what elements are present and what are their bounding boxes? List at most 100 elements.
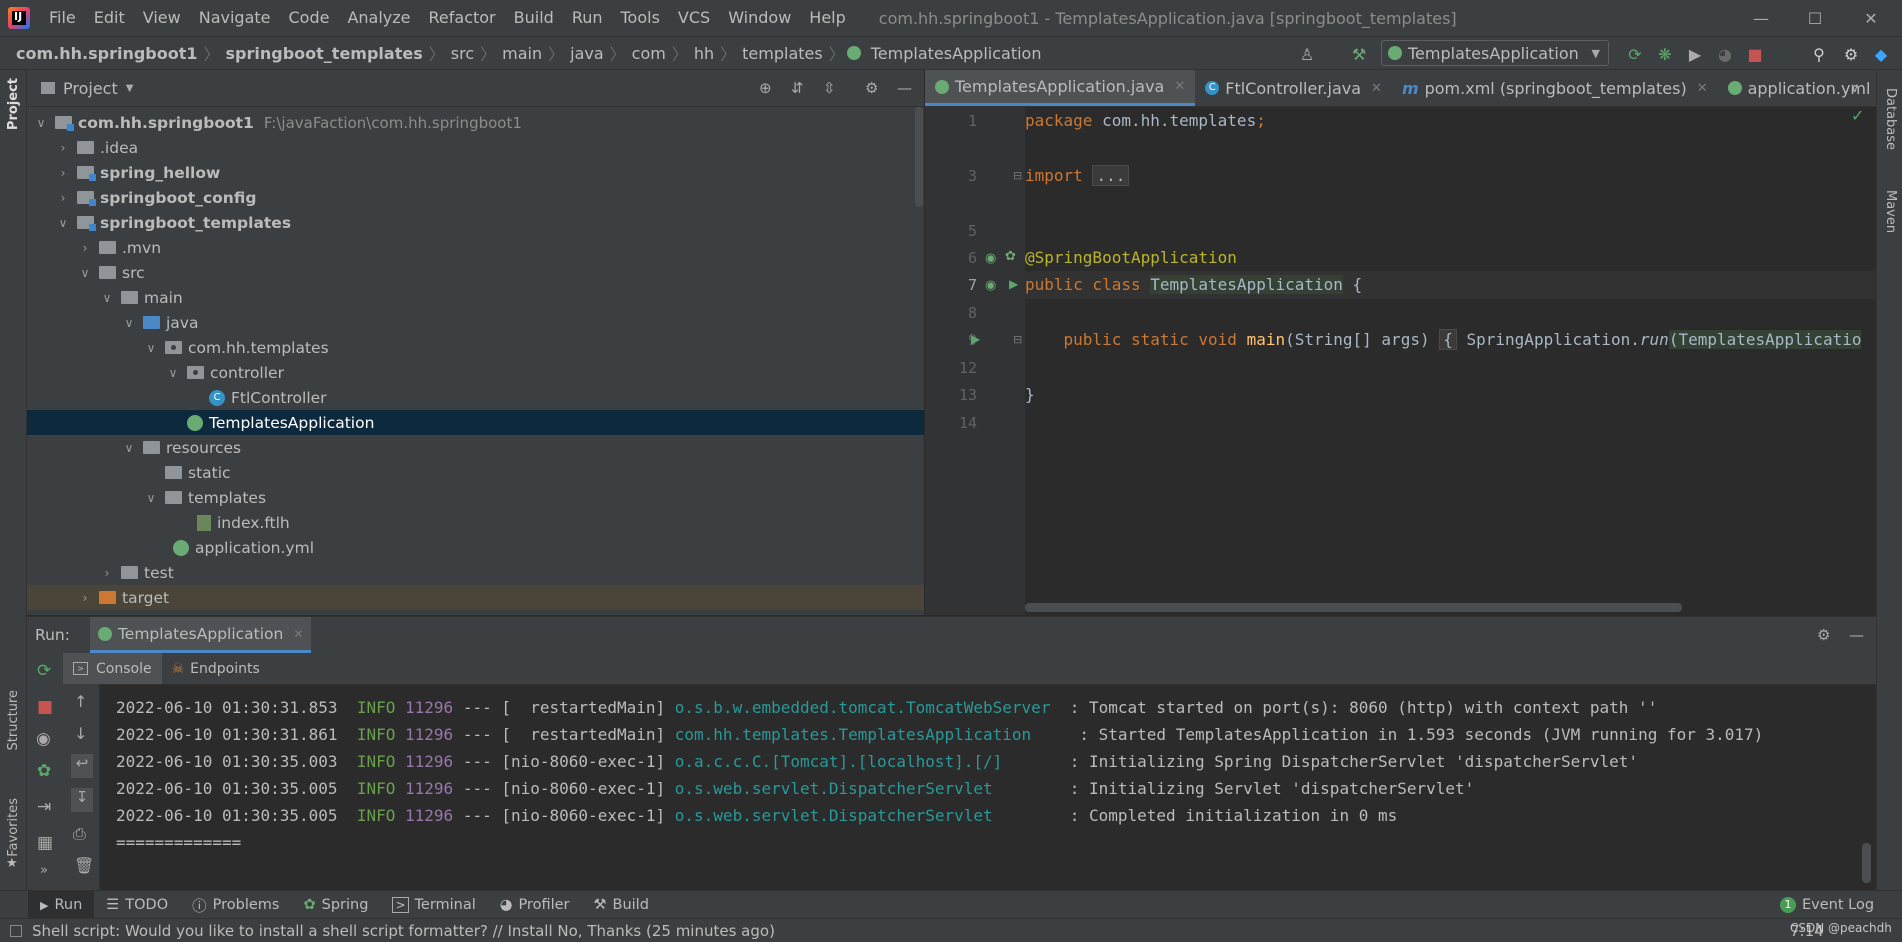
more-icon[interactable]: » bbox=[40, 863, 48, 878]
tree-item-templates[interactable]: ∨ templates bbox=[27, 485, 924, 510]
tree-item-resources[interactable]: ∨ resources bbox=[27, 435, 924, 460]
tree-item-application-yml[interactable]: application.yml bbox=[27, 535, 924, 560]
close-icon[interactable]: ✕ bbox=[1697, 81, 1708, 96]
gear-icon[interactable]: ⚙ bbox=[1840, 43, 1862, 65]
menu-analyze[interactable]: Analyze bbox=[338, 0, 419, 36]
chevron-right-icon[interactable]: › bbox=[77, 241, 93, 255]
tool-profiler[interactable]: ◕ Profiler bbox=[488, 891, 582, 919]
stop-icon[interactable]: ■ bbox=[1744, 43, 1766, 65]
arrow-down-icon[interactable]: ↓ bbox=[74, 724, 87, 743]
menu-vcs[interactable]: VCS bbox=[669, 0, 719, 36]
breadcrumb-item[interactable]: java bbox=[566, 44, 608, 63]
tree-item-static[interactable]: static bbox=[27, 460, 924, 485]
code-editor[interactable]: 1 3 5 6 7 8 9 12 13 14 ◉ ✿ ◉ ▶ ▶ ⊟ ⊟ pac… bbox=[925, 107, 1876, 615]
profile-icon[interactable]: ◕ bbox=[1714, 43, 1736, 65]
chevron-down-icon[interactable]: ∨ bbox=[143, 491, 159, 505]
tool-terminal[interactable]: > Terminal bbox=[380, 891, 487, 919]
breadcrumb-item[interactable]: TemplatesApplication bbox=[867, 44, 1046, 63]
toolbox-icon[interactable]: ◆ bbox=[1870, 43, 1892, 65]
spring-boot-gutter-icon[interactable]: ◉ bbox=[985, 278, 996, 293]
close-icon[interactable]: ✕ bbox=[1371, 81, 1382, 96]
tree-item-templatesapplication[interactable]: TemplatesApplication bbox=[27, 410, 924, 435]
folded-imports[interactable]: ... bbox=[1092, 165, 1130, 186]
breadcrumb-item[interactable]: main bbox=[498, 44, 546, 63]
chevron-down-icon[interactable]: ∨ bbox=[99, 291, 115, 305]
chevron-down-icon[interactable]: ∨ bbox=[121, 441, 137, 455]
tool-run[interactable]: ▶ Run bbox=[28, 891, 95, 919]
debug-icon[interactable]: ❋ bbox=[1654, 43, 1676, 65]
menu-view[interactable]: View bbox=[134, 0, 190, 36]
coverage-icon[interactable]: ▶ bbox=[1684, 43, 1706, 65]
tree-item-ftlcontroller[interactable]: C FtlController bbox=[27, 385, 924, 410]
tree-item-mvn[interactable]: › .mvn bbox=[27, 235, 924, 260]
spring-debug-icon[interactable]: ✿ bbox=[37, 761, 51, 781]
menu-refactor[interactable]: Refactor bbox=[420, 0, 505, 36]
tree-scrollbar[interactable] bbox=[915, 107, 923, 207]
stop-icon[interactable]: ■ bbox=[37, 697, 53, 717]
user-icon[interactable]: ♙ bbox=[1296, 43, 1318, 65]
chevron-right-icon[interactable]: › bbox=[77, 591, 93, 605]
event-log-button[interactable]: 1 Event Log bbox=[1780, 897, 1874, 913]
tab-templatesapplication[interactable]: TemplatesApplication.java ✕ bbox=[925, 70, 1196, 106]
print-icon[interactable]: ⎙ bbox=[73, 824, 86, 844]
favorites-stripe-button[interactable]: Favorites bbox=[6, 798, 21, 857]
exit-icon[interactable]: ⇥ bbox=[37, 797, 51, 817]
hide-panel-icon[interactable]: — bbox=[1849, 626, 1864, 644]
breadcrumb-item[interactable]: hh bbox=[690, 44, 718, 63]
breadcrumb-item[interactable]: templates bbox=[738, 44, 827, 63]
chevron-down-icon[interactable]: ∨ bbox=[55, 216, 71, 230]
chevron-right-icon[interactable]: › bbox=[55, 141, 71, 155]
menu-navigate[interactable]: Navigate bbox=[190, 0, 280, 36]
tree-item-springboot-templates[interactable]: ∨ springboot_templates bbox=[27, 210, 924, 235]
tree-item-index-ftlh[interactable]: index.ftlh bbox=[27, 510, 924, 535]
tree-item-package[interactable]: ∨ com.hh.templates bbox=[27, 335, 924, 360]
status-message[interactable]: Shell script: Would you like to install … bbox=[32, 922, 775, 940]
chevron-down-icon[interactable]: ▼ bbox=[126, 83, 134, 94]
gear-icon[interactable]: ⚙ bbox=[1817, 626, 1830, 644]
tree-item-src[interactable]: ∨ src bbox=[27, 260, 924, 285]
menu-edit[interactable]: Edit bbox=[85, 0, 134, 36]
tool-spring[interactable]: ✿ Spring bbox=[291, 891, 380, 919]
breadcrumb-item[interactable]: com.hh.springboot1 bbox=[12, 44, 202, 63]
soft-wrap-icon[interactable]: ↩ bbox=[71, 754, 93, 778]
breadcrumb-item[interactable]: com bbox=[628, 44, 670, 63]
tool-problems[interactable]: ⓘ Problems bbox=[180, 891, 291, 919]
project-stripe-button[interactable]: Project bbox=[6, 78, 21, 130]
tree-item-test[interactable]: › test bbox=[27, 560, 924, 585]
tab-ftlcontroller[interactable]: C FtlController.java ✕ bbox=[1195, 70, 1392, 106]
layout-icon[interactable]: ▦ bbox=[37, 833, 53, 853]
tree-item-main[interactable]: ∨ main bbox=[27, 285, 924, 310]
breadcrumb-item[interactable]: src bbox=[447, 44, 478, 63]
toggle-tool-windows-icon[interactable] bbox=[10, 924, 22, 937]
minimize-icon[interactable]: — bbox=[1736, 0, 1786, 36]
run-gutter-icon[interactable]: ▶ bbox=[971, 332, 980, 346]
menu-code[interactable]: Code bbox=[280, 0, 339, 36]
maximize-icon[interactable]: ☐ bbox=[1790, 0, 1840, 36]
tab-pom-xml[interactable]: m pom.xml (springboot_templates) ✕ bbox=[1392, 70, 1718, 106]
tree-item-spring-hellow[interactable]: › spring_hellow bbox=[27, 160, 924, 185]
camera-icon[interactable]: ◉ bbox=[36, 729, 51, 749]
menu-window[interactable]: Window bbox=[719, 0, 800, 36]
run-gutter-icon[interactable]: ▶ bbox=[1009, 277, 1018, 291]
project-panel-title[interactable]: Project bbox=[63, 79, 118, 98]
tool-build[interactable]: ⚒ Build bbox=[582, 891, 661, 919]
run-config-selector[interactable]: TemplatesApplication ▼ bbox=[1381, 40, 1609, 66]
gear-icon[interactable]: ⚙ bbox=[865, 79, 878, 97]
fold-icon[interactable]: ⊟ bbox=[1013, 333, 1022, 346]
maven-stripe-button[interactable]: Maven bbox=[1883, 190, 1898, 233]
chevron-down-icon[interactable]: ∨ bbox=[33, 116, 49, 130]
close-icon[interactable]: ✕ bbox=[1174, 79, 1185, 94]
menu-build[interactable]: Build bbox=[505, 0, 563, 36]
chevron-right-icon[interactable]: › bbox=[55, 166, 71, 180]
console-output[interactable]: ​ 2022-06-10 01:30:31.853 INFO 11296 ---… bbox=[100, 685, 1876, 890]
rerun-icon[interactable]: ⟳ bbox=[37, 661, 51, 681]
collapse-all-icon[interactable]: ⇳ bbox=[823, 79, 836, 97]
run-config-tab[interactable]: TemplatesApplication ✕ bbox=[89, 617, 312, 653]
tree-item-springboot-config[interactable]: › springboot_config bbox=[27, 185, 924, 210]
spring-bean-gutter-icon[interactable]: ✿ bbox=[1005, 249, 1016, 264]
fold-icon[interactable]: ⊟ bbox=[1013, 169, 1022, 182]
chevron-down-icon[interactable]: ∨ bbox=[143, 341, 159, 355]
menu-run[interactable]: Run bbox=[563, 0, 612, 36]
search-icon[interactable]: ⚲ bbox=[1808, 43, 1830, 65]
tree-item-controller[interactable]: ∨ controller bbox=[27, 360, 924, 385]
